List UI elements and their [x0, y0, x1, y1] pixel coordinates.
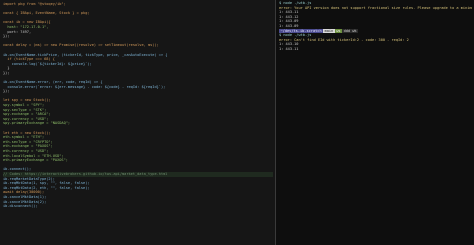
code-line: ib.disconnect(); — [3, 204, 38, 209]
powerline-branch: main — [323, 28, 335, 34]
terminal-output-block-2: 1: 443.10 1: 443.11 — [279, 42, 472, 51]
code-editor-pane[interactable]: import pkg from "@stoqey/ib"; const { IBA… — [0, 0, 275, 245]
powerline-time: ddd wk — [342, 28, 359, 34]
powerline-venv: ws — [334, 28, 343, 34]
code-lines: import pkg from "@stoqey/ib"; const { IBA… — [3, 2, 273, 209]
screen: import pkg from "@stoqey/ib"; const { IBA… — [0, 0, 474, 245]
terminal-error-line: error: Your API version does not support… — [279, 5, 472, 10]
terminal-pane[interactable]: $ node ./wtb.js error: Your API version … — [276, 0, 474, 245]
terminal-output-block: 1: 443.11 1: 443.12 1: 443.09 1: 443.09 — [279, 10, 472, 28]
terminal-output-line: 1: 443.11 — [279, 46, 299, 51]
terminal-lines: $ node ./wtb.js error: Your API version … — [279, 1, 472, 52]
